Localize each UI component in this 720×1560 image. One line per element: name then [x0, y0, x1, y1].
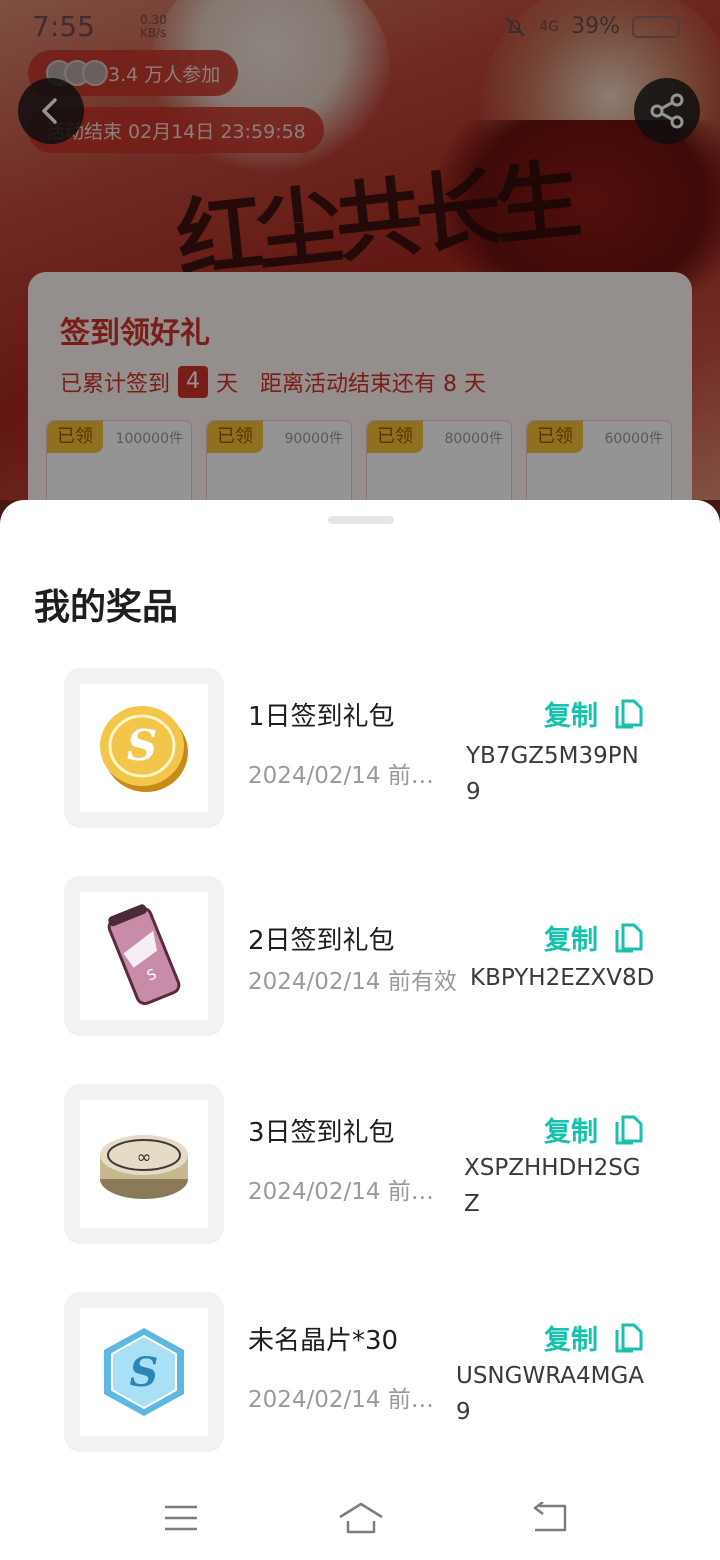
prize-thumbnail: S: [64, 876, 224, 1036]
back-nav-button[interactable]: [530, 1498, 570, 1538]
prize-code[interactable]: KBPYH2EZXV8D: [470, 960, 684, 996]
copy-icon: [615, 699, 643, 728]
coin-icon: S: [100, 706, 188, 792]
copy-button[interactable]: 复制: [544, 1318, 644, 1357]
home-icon: [339, 1502, 383, 1534]
copy-label: 复制: [544, 1117, 598, 1148]
copy-icon: [615, 1323, 643, 1352]
prize-item: S 未名晶片*30 2024/02/14 前… 复制 USNGWRA4MGA 9: [64, 1292, 684, 1452]
prize-thumbnail: S: [64, 1292, 224, 1452]
menu-icon: [165, 1505, 197, 1531]
prize-item: S 2日签到礼包 2024/02/14 前有效 复制 KBPYH2EZXV8D: [64, 876, 684, 1036]
prize-expiry: 2024/02/14 前…: [248, 1387, 434, 1413]
prize-item: ∞ 3日签到礼包 2024/02/14 前… 复制 XSPZHHDH2SG Z: [64, 1084, 684, 1244]
prizes-sheet: 我的奖品 S 1日签到礼包 2024/02/14 前… 复制 YB7GZ5M39…: [0, 500, 720, 1560]
prize-name: 2日签到礼包: [248, 926, 395, 956]
prize-item: S 1日签到礼包 2024/02/14 前… 复制 YB7GZ5M39PN 9: [64, 668, 684, 828]
prize-code[interactable]: USNGWRA4MGA 9: [456, 1358, 678, 1430]
sheet-drag-handle[interactable]: [328, 516, 394, 524]
prize-code[interactable]: XSPZHHDH2SG Z: [464, 1150, 674, 1222]
menu-button[interactable]: [161, 1498, 201, 1538]
svg-text:S: S: [127, 721, 157, 770]
prize-expiry: 2024/02/14 前有效: [248, 969, 457, 995]
svg-text:S: S: [130, 1349, 159, 1396]
copy-icon: [615, 1115, 643, 1144]
copy-label: 复制: [544, 1325, 598, 1356]
copy-button[interactable]: 复制: [544, 918, 644, 957]
prize-name: 3日签到礼包: [248, 1118, 395, 1148]
prize-expiry: 2024/02/14 前…: [248, 1179, 434, 1205]
tin-icon: ∞: [100, 1135, 188, 1199]
prize-code[interactable]: YB7GZ5M39PN 9: [466, 738, 676, 810]
prize-thumbnail: ∞: [64, 1084, 224, 1244]
copy-label: 复制: [544, 925, 598, 956]
svg-text:∞: ∞: [137, 1147, 152, 1168]
copy-button[interactable]: 复制: [544, 694, 644, 733]
crystal-icon: S: [104, 1328, 184, 1416]
copy-button[interactable]: 复制: [544, 1110, 644, 1149]
prize-expiry: 2024/02/14 前…: [248, 763, 434, 789]
home-button[interactable]: [338, 1498, 384, 1538]
prize-name: 未名晶片*30: [248, 1326, 399, 1356]
prize-name: 1日签到礼包: [248, 702, 395, 732]
prize-thumbnail: S: [64, 668, 224, 828]
copy-label: 复制: [544, 701, 598, 732]
system-nav-bar: [0, 1470, 720, 1560]
sheet-title: 我的奖品: [34, 587, 179, 628]
return-icon: [533, 1502, 567, 1532]
copy-icon: [615, 923, 643, 952]
can-icon: S: [107, 904, 181, 1006]
